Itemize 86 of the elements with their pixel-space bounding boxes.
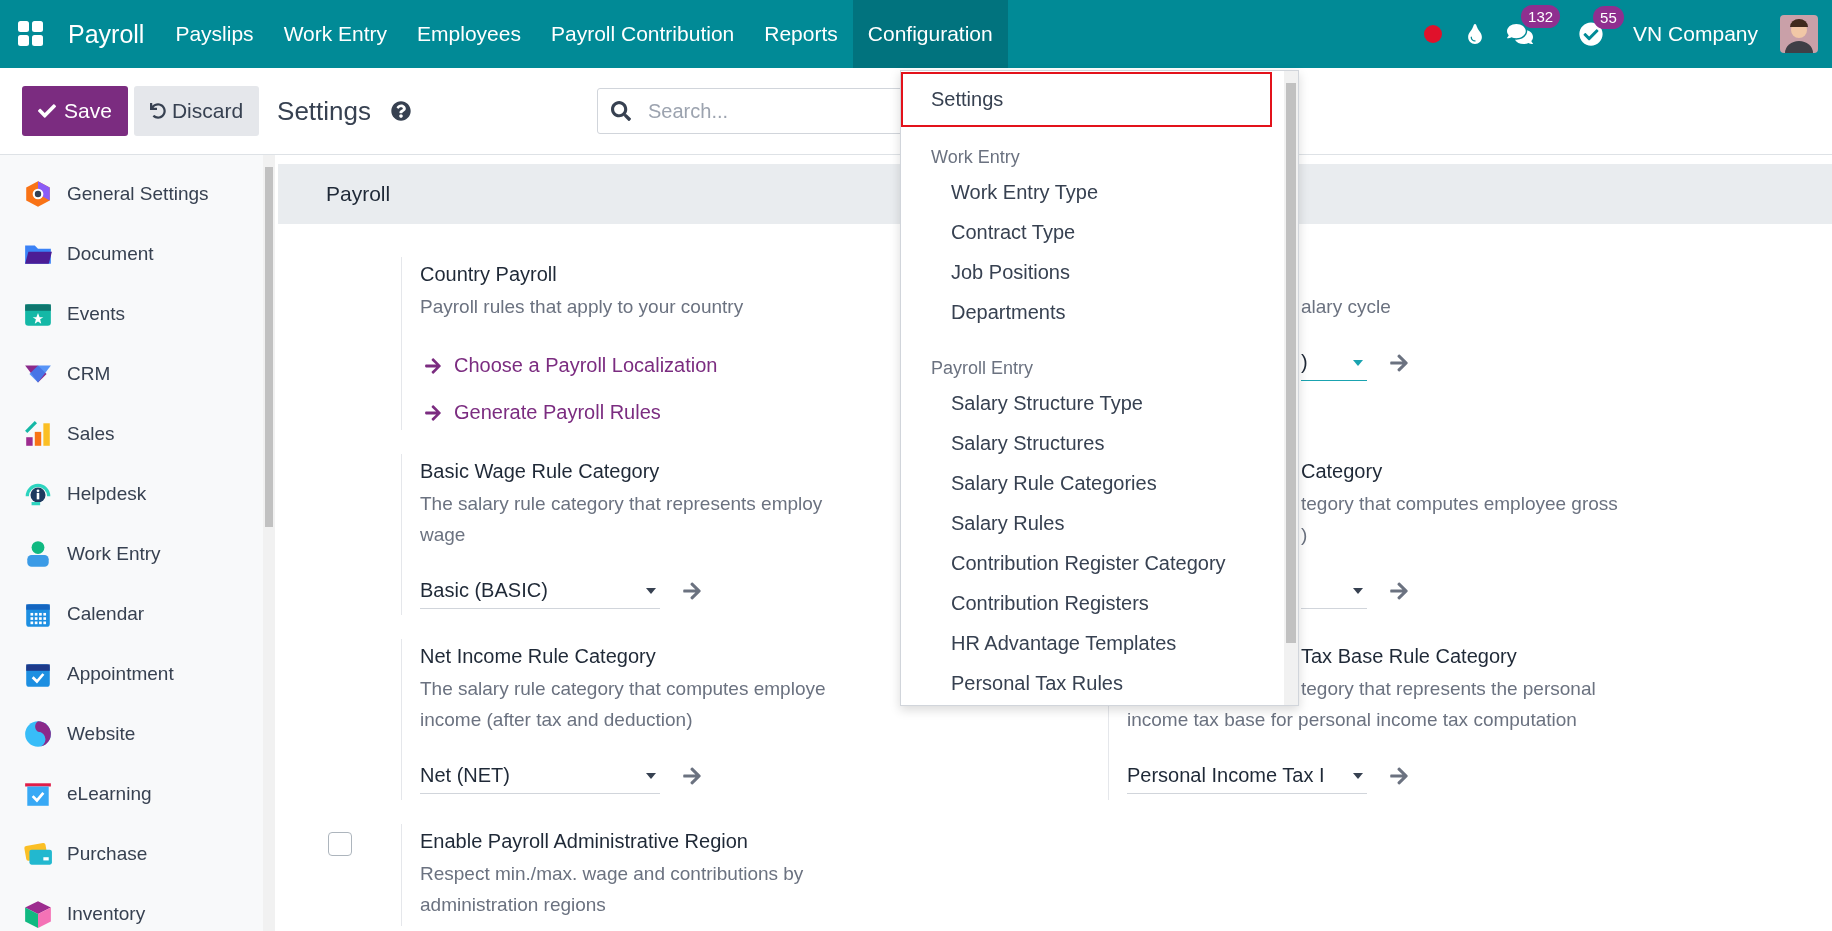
menu-item[interactable]: Salary Rules [901,503,1272,543]
arrow-icon [424,403,442,422]
nav-menu-item[interactable]: Employees [402,0,536,68]
menu-item[interactable]: Personal Tax Rules [901,663,1272,703]
bar-chart-icon [23,419,53,449]
menu-item[interactable]: Salary Structure Type [901,383,1272,423]
sidebar-item[interactable]: Website [0,704,263,764]
check-icon [38,102,56,120]
select-field[interactable]: Basic (BASIC) [420,573,660,609]
avatar[interactable] [1780,15,1818,53]
nav-menu-item[interactable]: Configuration [852,0,1008,68]
menu-item[interactable]: Job Positions [901,252,1272,292]
caret-icon [1353,772,1363,779]
sidebar-item[interactable]: General Settings [0,164,263,224]
scrollbar[interactable] [263,155,275,931]
sidebar-item[interactable]: CRM [0,344,263,404]
arrow-icon[interactable] [682,766,702,786]
setting-link[interactable]: Generate Payroll Rules [420,401,661,424]
setting-link[interactable]: Choose a Payroll Localization [420,354,718,377]
setting-description: The salary rule category that represents employ wage [420,492,823,547]
help-icon[interactable] [391,101,411,121]
select-field[interactable]: ) [1301,345,1367,381]
arrow-icon [424,356,442,375]
caret-icon [646,587,656,594]
menu-item[interactable]: Work Entry Type [901,172,1272,212]
sidebar-item[interactable]: Appointment [0,644,263,704]
menu-item[interactable]: Departments [901,292,1272,332]
menu-item[interactable]: HR Advantage Templates [901,623,1272,663]
setting-title: Tax Base Rule Category [1301,644,1517,669]
activity-icon[interactable] [1579,22,1604,46]
activity-count: 55 [1593,6,1624,29]
setting-title: Enable Payroll Administrative Region [420,829,748,854]
page-title: Settings [277,95,371,127]
setting-title: Category [1301,459,1383,484]
caret-icon [1353,587,1363,594]
company-name[interactable]: VN Company [1633,22,1758,46]
nav-menu-item[interactable]: Work Entry [268,0,403,68]
message-count: 132 [1521,5,1561,28]
arrow-icon[interactable] [682,581,702,601]
hexagon-icon [23,179,53,209]
menu-section-header: Payroll Entry [930,357,1035,380]
save-button[interactable]: Save [22,86,128,136]
sidebar-item[interactable]: Document [0,224,263,284]
setting-description: tegory that computes employee gross [1301,492,1618,516]
setting-description: tegory that represents the personal [1301,677,1596,701]
app-name[interactable]: Payroll [58,0,161,68]
discard-button[interactable]: Discard [133,86,260,136]
sidebar-item[interactable]: Events [0,284,263,344]
undo-icon [149,103,166,119]
setting-title: Basic Wage Rule Category [420,459,660,484]
sidebar-item[interactable]: eLearning [0,764,263,824]
menu-item[interactable]: Settings [901,72,1272,127]
cube-icon [23,899,53,929]
sidebar-item[interactable]: Helpdesk [0,464,263,524]
nav-menu-item[interactable]: Payroll Contribution [536,0,750,68]
setting-title: Net Income Rule Category [420,644,656,669]
checkbox[interactable] [327,832,352,856]
sidebar-item[interactable]: Work Entry [0,524,263,584]
swirl-icon [23,719,53,749]
setting-description: income tax base for personal income tax computation [1127,708,1577,732]
setting-description: Respect min./max. wage and contributions by administration regions [420,862,804,917]
setting-description: The salary rule category that computes employe income (after tax and deduction) [420,677,826,732]
caret-icon [646,772,656,779]
sidebar-item[interactable]: Sales [0,404,263,464]
arrow-icon[interactable] [1389,766,1409,786]
setting-title: Country Payroll [420,262,557,287]
select-field[interactable]: Net (NET) [420,758,660,794]
menu-item[interactable]: Contribution Registers [901,583,1272,623]
sidebar-item[interactable]: Inventory [0,884,263,931]
nav-menu-item[interactable]: Payslips [160,0,269,68]
sidebar-item[interactable]: Purchase [0,824,263,884]
caret-icon [1353,359,1363,366]
setting-description: alary cycle [1301,295,1391,319]
sidebar-item[interactable]: Calendar [0,584,263,644]
arrow-icon[interactable] [1389,353,1409,373]
setting-description: ) [1301,523,1308,547]
setting-description: Payroll rules that apply to your country [420,295,744,319]
search-icon [611,101,631,121]
nav-menu-item[interactable]: Reports [749,0,853,68]
arrow-icon[interactable] [1389,581,1409,601]
menu-item[interactable]: Salary Rule Categories [901,463,1272,503]
menu-item[interactable]: Contribution Register Category [901,543,1272,583]
chat-icon[interactable] [1507,21,1534,47]
menu-item[interactable]: Salary Structures [901,423,1272,463]
select-field[interactable]: Personal Income Tax I [1127,758,1367,794]
scrollbar[interactable] [1284,71,1298,705]
